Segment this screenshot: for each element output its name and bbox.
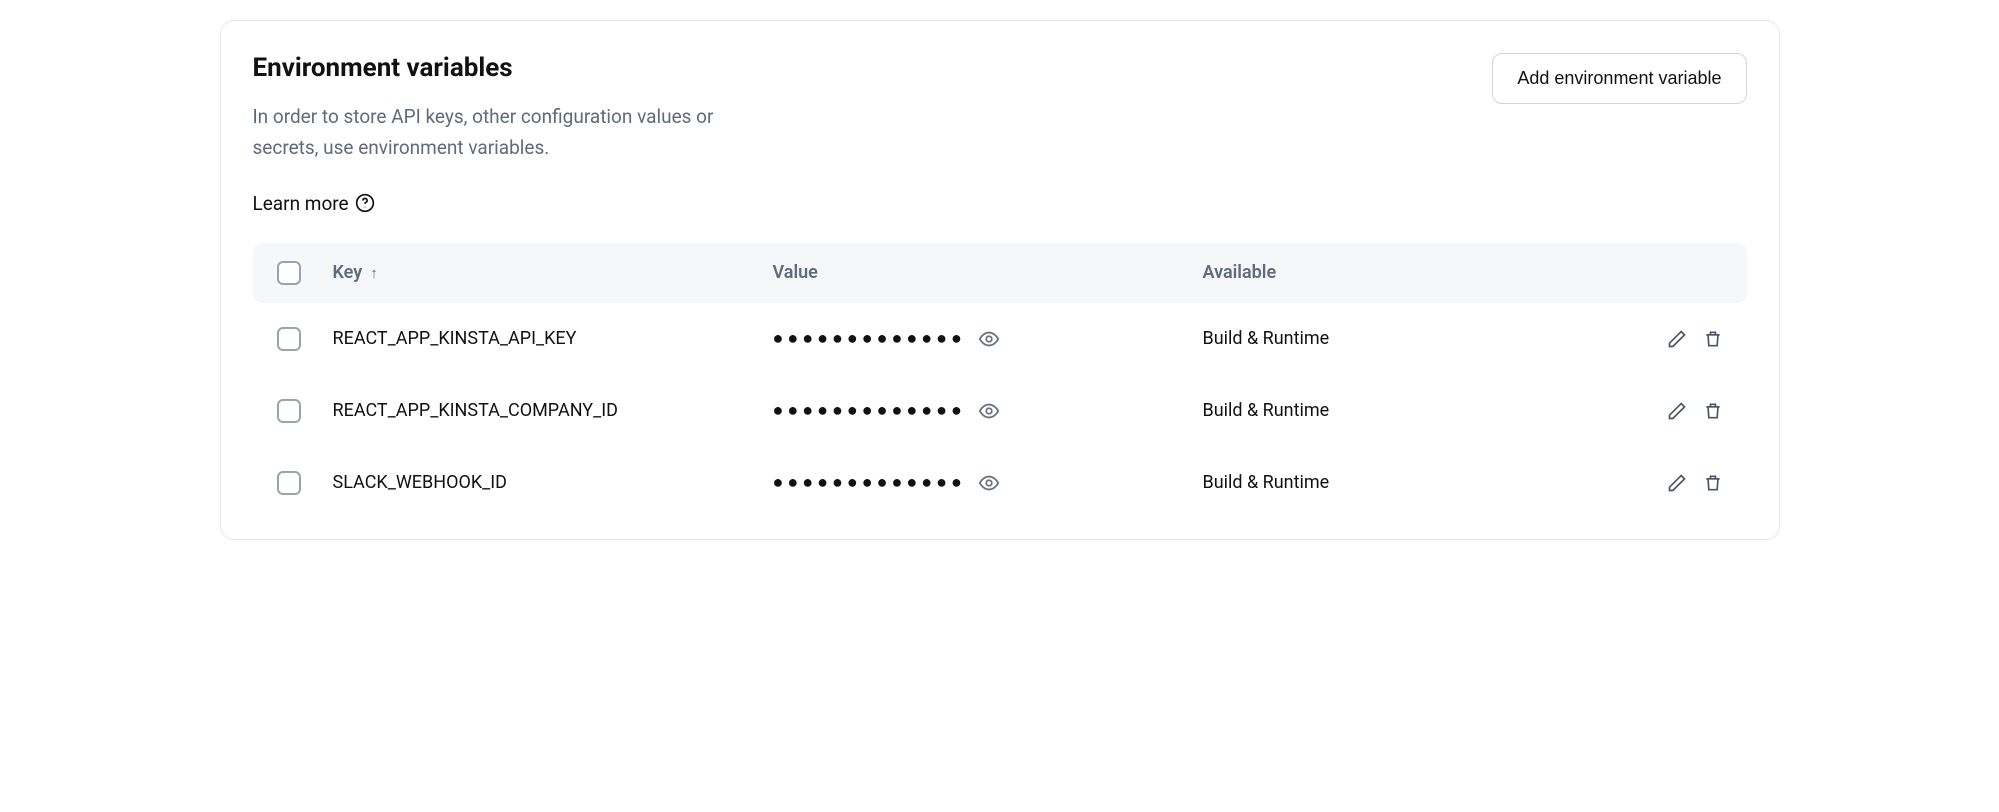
delete-icon[interactable] [1703, 401, 1723, 421]
help-icon [355, 193, 375, 213]
header-available-col: Available [1203, 262, 1643, 283]
section-description: In order to store API keys, other config… [253, 101, 733, 164]
row-value-masked: ●●●●●●●●●●●●● [773, 472, 966, 493]
select-all-checkbox[interactable] [277, 261, 301, 285]
learn-more-link[interactable]: Learn more [253, 192, 375, 215]
eye-icon[interactable] [978, 328, 1000, 350]
table-row: SLACK_WEBHOOK_ID ●●●●●●●●●●●●● Build & R… [253, 447, 1747, 519]
sort-arrow-up-icon: ↑ [370, 264, 378, 282]
header-value-label: Value [773, 262, 818, 283]
row-key: REACT_APP_KINSTA_COMPANY_ID [333, 400, 618, 421]
row-checkbox[interactable] [277, 327, 301, 351]
header-available-label: Available [1203, 262, 1277, 283]
row-checkbox[interactable] [277, 399, 301, 423]
eye-icon[interactable] [978, 472, 1000, 494]
row-value-masked: ●●●●●●●●●●●●● [773, 328, 966, 349]
edit-icon[interactable] [1667, 329, 1687, 349]
delete-icon[interactable] [1703, 329, 1723, 349]
row-available: Build & Runtime [1203, 472, 1330, 493]
edit-icon[interactable] [1667, 473, 1687, 493]
row-available: Build & Runtime [1203, 328, 1330, 349]
row-checkbox[interactable] [277, 471, 301, 495]
table-header: Key ↑ Value Available [253, 243, 1747, 303]
env-variables-table: Key ↑ Value Available REACT_APP_KINSTA_A… [253, 243, 1747, 519]
learn-more-text: Learn more [253, 192, 349, 215]
table-row: REACT_APP_KINSTA_COMPANY_ID ●●●●●●●●●●●●… [253, 375, 1747, 447]
edit-icon[interactable] [1667, 401, 1687, 421]
add-env-variable-button[interactable]: Add environment variable [1492, 53, 1746, 104]
row-key: SLACK_WEBHOOK_ID [333, 472, 507, 493]
header-value-col: Value [773, 262, 1203, 283]
row-key: REACT_APP_KINSTA_API_KEY [333, 328, 577, 349]
row-value-masked: ●●●●●●●●●●●●● [773, 400, 966, 421]
section-title: Environment variables [253, 53, 733, 83]
row-available: Build & Runtime [1203, 400, 1330, 421]
header-left: Environment variables In order to store … [253, 53, 733, 164]
delete-icon[interactable] [1703, 473, 1723, 493]
header-key-col[interactable]: Key ↑ [333, 262, 773, 283]
eye-icon[interactable] [978, 400, 1000, 422]
header-row: Environment variables In order to store … [253, 53, 1747, 164]
header-checkbox-col [277, 261, 333, 285]
header-key-label: Key [333, 262, 363, 283]
table-row: REACT_APP_KINSTA_API_KEY ●●●●●●●●●●●●● B… [253, 303, 1747, 375]
env-variables-card: Environment variables In order to store … [220, 20, 1780, 540]
